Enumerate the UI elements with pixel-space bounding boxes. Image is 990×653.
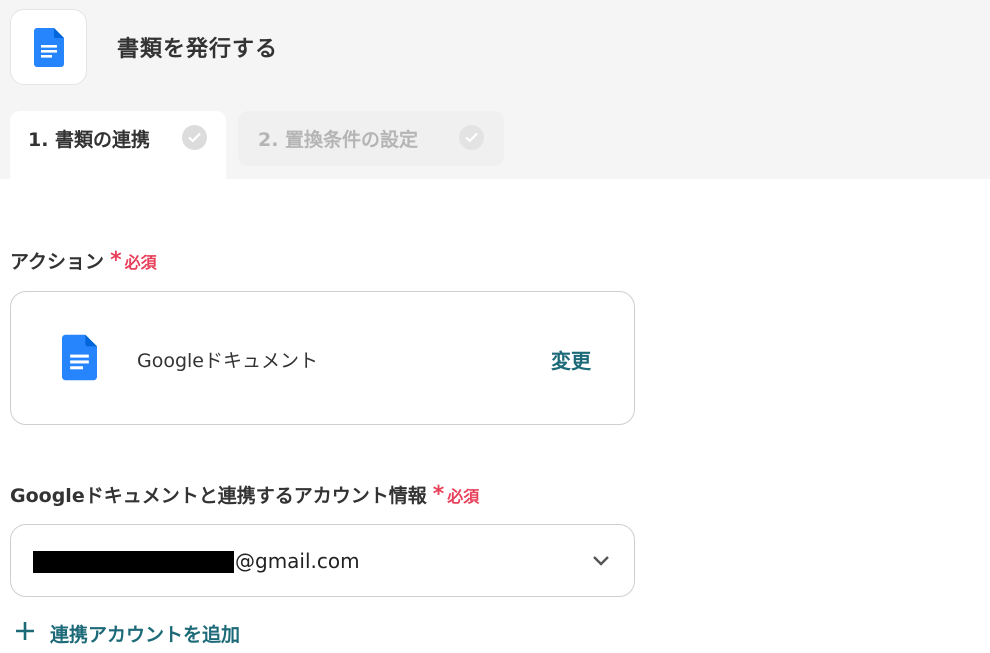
account-label: Googleドキュメントと連携するアカウント情報 bbox=[10, 485, 427, 507]
required-asterisk: * bbox=[432, 481, 445, 507]
account-select[interactable]: @gmail.com bbox=[10, 524, 635, 597]
required-text: 必須 bbox=[447, 486, 480, 506]
required-badge: * 必須 bbox=[110, 249, 157, 273]
account-label-row: Googleドキュメントと連携するアカウント情報 * 必須 bbox=[10, 481, 479, 508]
account-email: @gmail.com bbox=[235, 549, 360, 573]
google-docs-icon bbox=[62, 334, 97, 385]
add-account-label: 連携アカウントを追加 bbox=[50, 623, 241, 646]
required-asterisk: * bbox=[110, 247, 122, 273]
tab-label: 2. 置換条件の設定 bbox=[258, 129, 419, 151]
app-icon-box bbox=[10, 9, 87, 85]
check-circle-icon bbox=[182, 125, 207, 150]
redacted-email-local-part bbox=[33, 551, 234, 573]
page-title: 書類を発行する bbox=[117, 37, 279, 62]
selected-app-name: Googleドキュメント bbox=[137, 350, 319, 372]
check-circle-icon bbox=[459, 125, 484, 150]
action-label: アクション bbox=[10, 251, 105, 273]
change-app-link[interactable]: 変更 bbox=[551, 345, 591, 374]
add-account-button[interactable]: 連携アカウントを追加 bbox=[14, 619, 240, 647]
tab-label: 1. 書類の連携 bbox=[28, 129, 151, 151]
action-card: Googleドキュメント 変更 bbox=[10, 291, 635, 425]
tab-document-link[interactable]: 1. 書類の連携 bbox=[10, 111, 226, 179]
plus-icon bbox=[14, 619, 36, 647]
required-badge: * 必須 bbox=[433, 483, 480, 507]
tab-replace-settings[interactable]: 2. 置換条件の設定 bbox=[238, 111, 504, 166]
required-text: 必須 bbox=[124, 252, 157, 272]
google-docs-icon bbox=[33, 27, 64, 67]
action-label-row: アクション * 必須 bbox=[10, 247, 157, 274]
chevron-down-icon[interactable] bbox=[591, 552, 611, 571]
header-area: 書類を発行する 1. 書類の連携 2. 置換条件の設定 bbox=[0, 0, 990, 179]
